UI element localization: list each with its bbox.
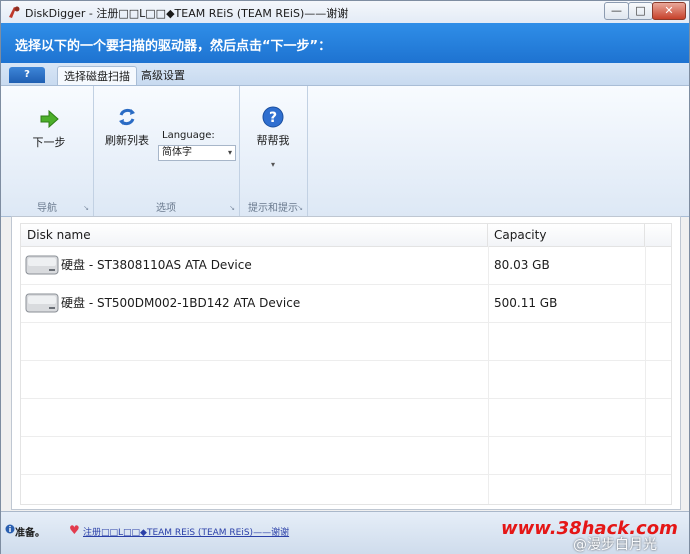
empty-row-line (21, 398, 671, 399)
tab-select-disk[interactable]: 选择磁盘扫描 (57, 66, 137, 86)
minimize-button[interactable]: — (604, 2, 629, 20)
list-header: Disk name Capacity (21, 224, 671, 247)
empty-row-line (21, 360, 671, 361)
disk-name: 硬盘 - ST3808110AS ATA Device (61, 258, 252, 272)
group-navigation: 下一步 导航 ↘ (1, 86, 94, 216)
help-label: 帮帮我 (256, 134, 290, 147)
status-bar: 准备。 ♥ 注册□□L□□◆TEAM REiS (TEAM REiS)——谢谢 … (1, 511, 689, 554)
title-bar[interactable]: DiskDigger - 注册□□L□□◆TEAM REiS (TEAM REi… (1, 1, 689, 24)
disk-capacity: 500.11 GB (494, 296, 558, 310)
chevron-down-icon: ▾ (227, 148, 232, 157)
ribbon-panel: 下一步 导航 ↘ 刷新列表 选项 ↘ ? 帮帮我 ▾ 提示和提示 ↘ Langu… (1, 85, 689, 217)
disk-row[interactable]: 硬盘 - ST3808110AS ATA Device 80.03 GB (21, 246, 671, 285)
info-icon (5, 524, 15, 534)
help-dropdown-caret[interactable]: ▾ (265, 160, 281, 169)
column-header-capacity[interactable]: Capacity (488, 224, 645, 246)
instruction-banner: 选择以下的一个要扫描的驱动器，然后点击“下一步”： (1, 23, 689, 63)
close-button[interactable]: ✕ (652, 2, 686, 20)
svg-text:?: ? (269, 110, 277, 126)
app-window: DiskDigger - 注册□□L□□◆TEAM REiS (TEAM REi… (0, 0, 690, 554)
registration-link[interactable]: 注册□□L□□◆TEAM REiS (TEAM REiS)——谢谢 (83, 525, 289, 538)
diskdigger-app-icon (9, 6, 20, 18)
column-header-filler (645, 224, 671, 246)
heart-icon: ♥ (69, 523, 80, 537)
empty-row-line (21, 436, 671, 437)
language-value: 简体字 (162, 147, 192, 158)
disk-list[interactable]: Disk name Capacity 硬盘 - ST3808110AS ATA … (20, 223, 672, 505)
column-divider (645, 246, 646, 504)
app-menu-button[interactable]: ? (9, 67, 45, 83)
hard-disk-icon (25, 255, 59, 275)
dialog-launcher-icon[interactable]: ↘ (297, 204, 303, 212)
next-button[interactable]: 下一步 (27, 108, 71, 150)
language-select[interactable]: 简体字 ▾ (158, 145, 236, 161)
column-divider (488, 246, 489, 504)
ribbon-tabstrip: ? 选择磁盘扫描 高级设置 (1, 63, 689, 86)
refresh-icon (119, 108, 135, 126)
next-label: 下一步 (32, 136, 66, 149)
disk-row[interactable]: 硬盘 - ST500DM002-1BD142 ATA Device 500.11… (21, 284, 671, 323)
tab-advanced-settings[interactable]: 高级设置 (135, 66, 191, 85)
dialog-launcher-icon[interactable]: ↘ (229, 204, 235, 212)
disk-name: 硬盘 - ST500DM002-1BD142 ATA Device (61, 296, 301, 310)
disk-list-panel: Disk name Capacity 硬盘 - ST3808110AS ATA … (11, 216, 681, 510)
disk-capacity: 80.03 GB (494, 258, 550, 272)
language-label: Language: (162, 130, 215, 141)
dialog-launcher-icon[interactable]: ↘ (83, 204, 89, 212)
empty-row-line (21, 474, 671, 475)
group-label-navigation: 导航 (37, 203, 57, 214)
hard-disk-icon (25, 293, 59, 313)
window-title: DiskDigger - 注册□□L□□◆TEAM REiS (TEAM REi… (25, 7, 349, 20)
maximize-button[interactable]: □ (628, 2, 653, 20)
watermark-user: @漫步白月光 (573, 537, 657, 553)
refresh-list-button[interactable]: 刷新列表 (105, 106, 149, 148)
group-label-options: 选项 (156, 203, 176, 214)
help-question-icon: ? (262, 106, 284, 128)
next-arrow-icon (40, 109, 59, 129)
column-header-disk-name[interactable]: Disk name (21, 224, 488, 246)
status-ready-text: 准备。 (15, 528, 45, 539)
refresh-label: 刷新列表 (105, 134, 149, 147)
group-help: ? 帮帮我 ▾ 提示和提示 ↘ (239, 86, 308, 216)
help-button[interactable]: ? 帮帮我 (251, 106, 295, 148)
banner-text: 选择以下的一个要扫描的驱动器，然后点击“下一步”： (15, 39, 332, 54)
